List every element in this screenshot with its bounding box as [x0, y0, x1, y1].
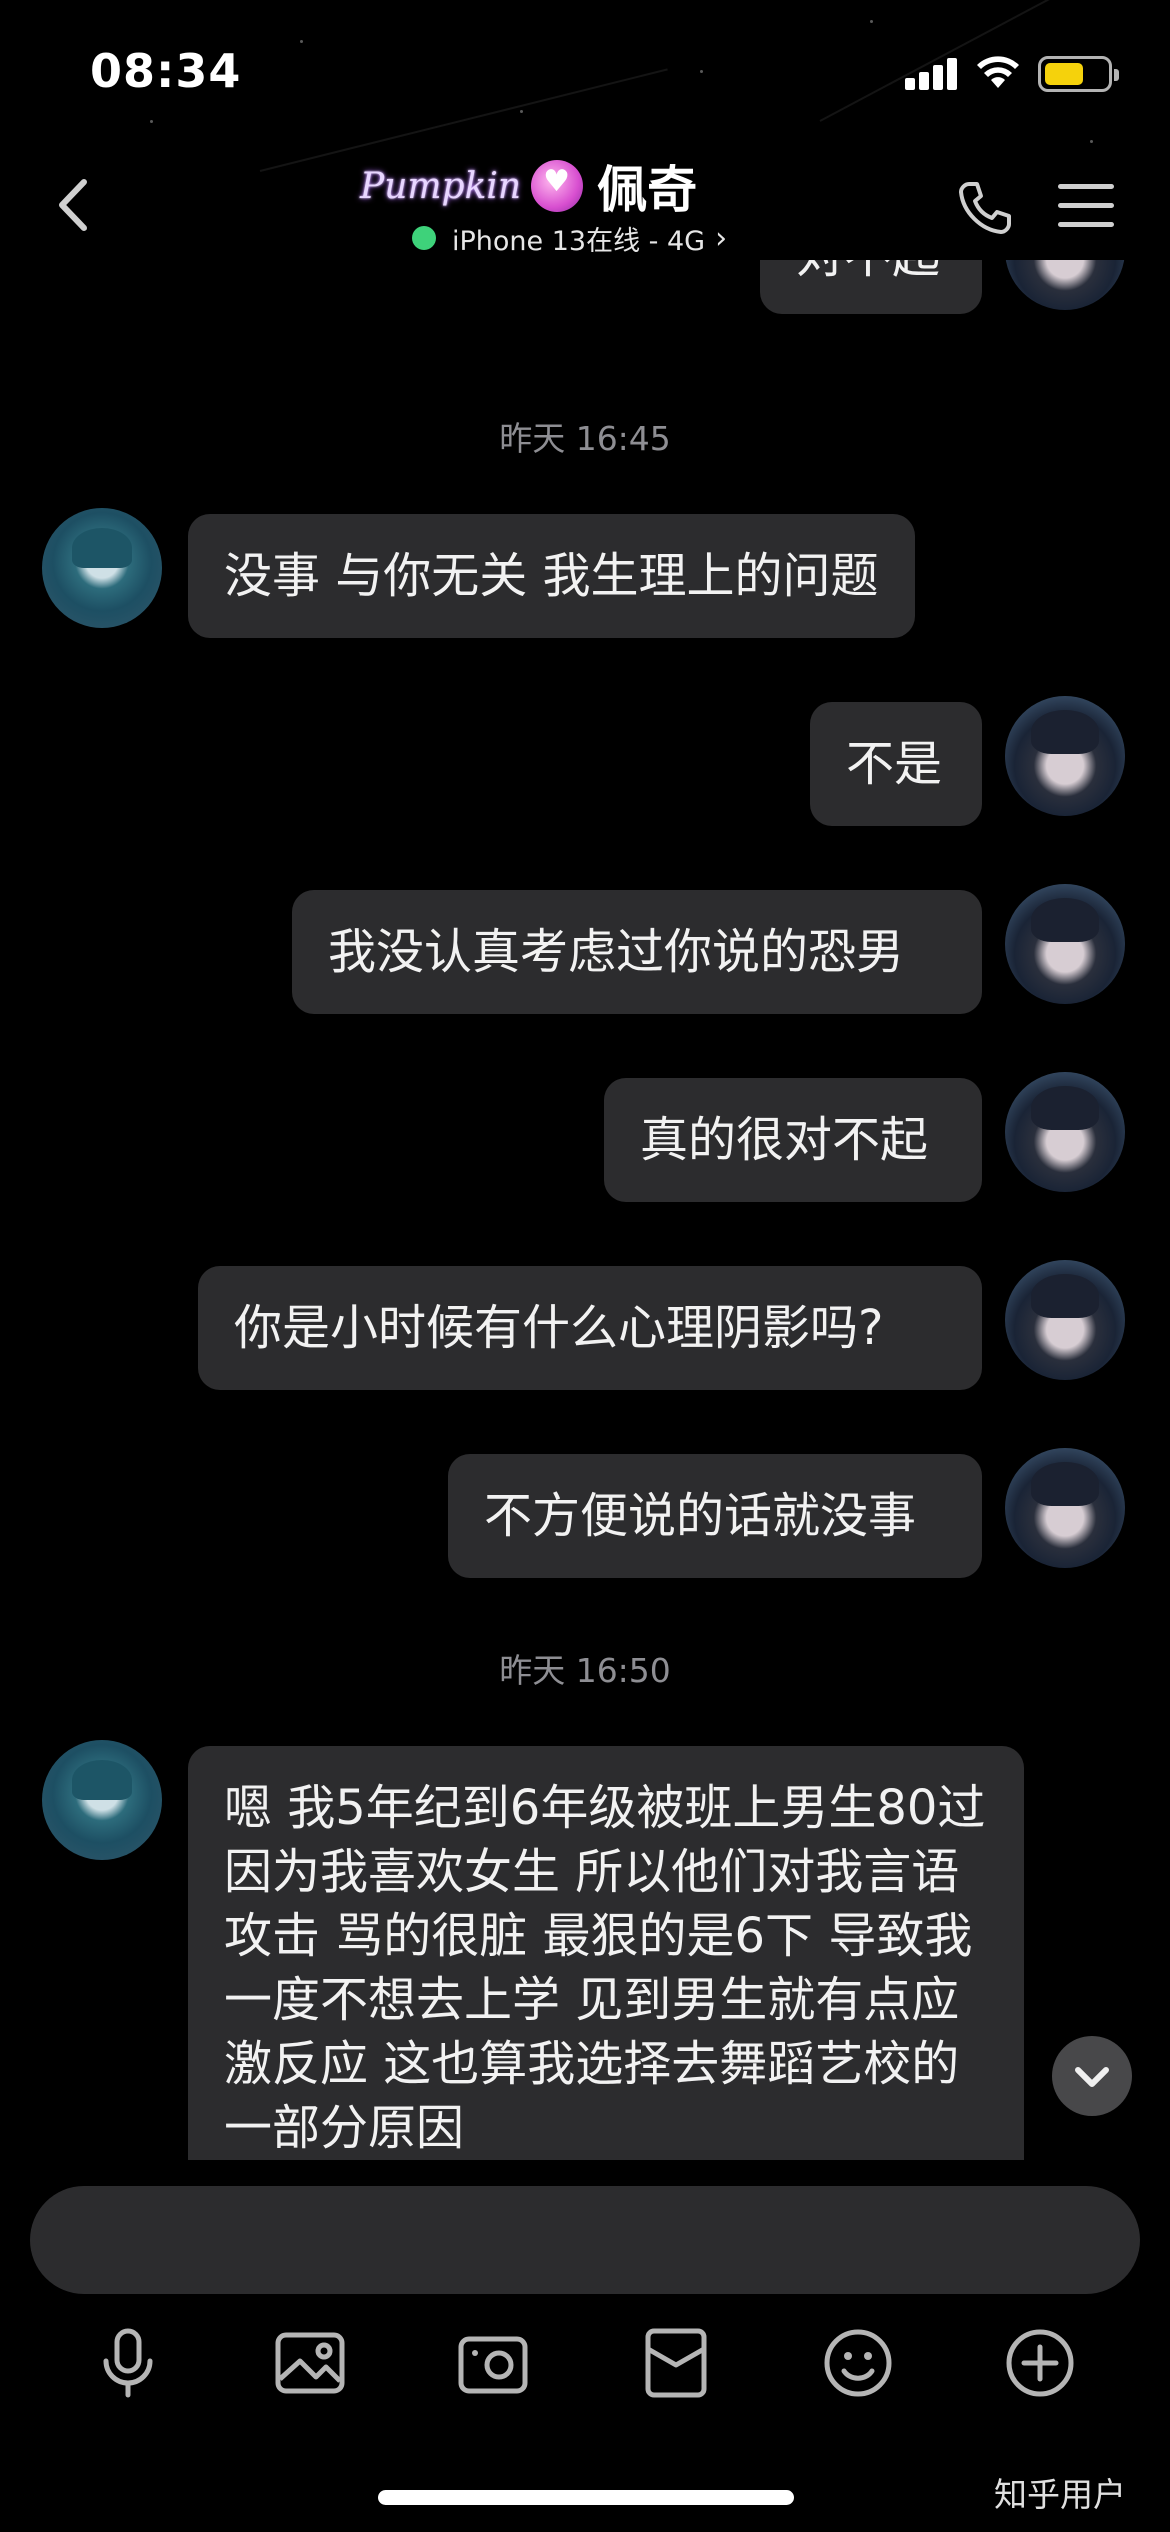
online-status-text: iPhone 13在线 - 4G: [452, 225, 706, 257]
message-timestamp: 昨天 16:45: [499, 419, 671, 458]
image-icon[interactable]: [270, 2323, 350, 2403]
my-avatar[interactable]: [1005, 1448, 1125, 1568]
wifi-icon: [977, 56, 1019, 88]
status-time: 08:34: [90, 44, 242, 98]
message-bubble-sent[interactable]: 你是小时候有什么心理阴影吗?: [198, 1266, 982, 1390]
contact-header[interactable]: Pumpkin 佩奇: [360, 150, 760, 222]
message-bubble-sent[interactable]: 不是: [810, 702, 982, 826]
home-indicator[interactable]: [378, 2490, 794, 2505]
message-input[interactable]: [30, 2186, 1140, 2294]
my-avatar[interactable]: [1005, 696, 1125, 816]
scroll-to-bottom-button[interactable]: [1052, 2036, 1132, 2116]
heart-badge-icon: [531, 160, 584, 212]
cellular-signal-icon: [905, 58, 959, 90]
phone-call-icon[interactable]: [955, 178, 1015, 238]
plus-icon[interactable]: [1000, 2323, 1080, 2403]
red-packet-icon[interactable]: [636, 2323, 716, 2403]
message-bubble-sent[interactable]: 真的很对不起: [604, 1078, 982, 1202]
message-bubble-received[interactable]: 没事 与你无关 我生理上的问题: [188, 514, 915, 638]
microphone-icon[interactable]: [88, 2323, 168, 2403]
emoji-icon[interactable]: [818, 2323, 898, 2403]
message-bubble-sent[interactable]: 我没认真考虑过你说的恐男: [292, 890, 982, 1014]
my-avatar[interactable]: [1005, 1260, 1125, 1380]
message-bubble-sent[interactable]: 不方便说的话就没事: [448, 1454, 982, 1578]
battery-icon: [1038, 56, 1119, 92]
chevron-right-icon: ›: [715, 220, 728, 256]
camera-icon[interactable]: [453, 2323, 533, 2403]
menu-icon[interactable]: [1058, 184, 1114, 228]
contact-avatar[interactable]: [42, 508, 162, 628]
my-avatar[interactable]: [1005, 884, 1125, 1004]
online-status[interactable]: iPhone 13在线 - 4G ›: [412, 216, 727, 260]
message-timestamp: 昨天 16:50: [499, 1651, 671, 1690]
pumpkin-badge: Pumpkin: [360, 165, 522, 207]
contact-name: 佩奇: [597, 161, 698, 219]
online-dot-icon: [412, 226, 436, 250]
message-list[interactable]: 对不起 昨天 16:45 没事 与你无关 我生理上的问题 不是 我没认真考虑过你…: [0, 260, 1170, 2160]
watermark: 知乎用户: [994, 2475, 1126, 2514]
my-avatar[interactable]: [1005, 1072, 1125, 1192]
back-chevron-icon[interactable]: [50, 170, 100, 240]
message-bubble-received[interactable]: 嗯 我5年纪到6年级被班上男生80过 因为我喜欢女生 所以他们对我言语攻击 骂的…: [188, 1746, 1024, 2160]
message-bubble-sent[interactable]: 对不起: [760, 260, 982, 314]
status-bar: 08:34: [0, 0, 1170, 150]
my-avatar[interactable]: [1005, 260, 1125, 310]
chat-screen: 08:34 Pumpkin 佩奇 iPhone 13在线 - 4G ›: [0, 0, 1170, 2532]
chevron-down-icon: [1075, 2067, 1109, 2087]
contact-avatar[interactable]: [42, 1740, 162, 1860]
